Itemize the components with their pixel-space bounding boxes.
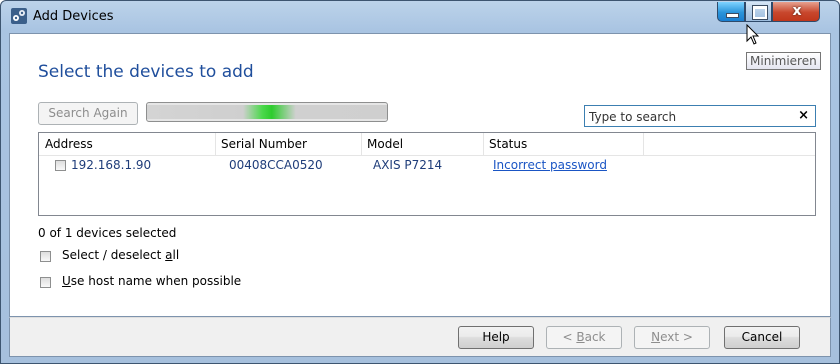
dialog-window: Add Devices x Select the devices to add … (0, 0, 840, 364)
back-button[interactable]: < Back (546, 326, 622, 349)
page-title: Select the devices to add (38, 62, 254, 82)
host-name-checkbox[interactable] (40, 277, 51, 288)
cancel-button[interactable]: Cancel (724, 326, 800, 349)
minimize-tooltip: Minimieren (746, 52, 821, 70)
title-bar[interactable]: Add Devices x (1, 1, 839, 33)
close-button[interactable]: x (772, 2, 820, 22)
column-divider[interactable] (361, 133, 362, 155)
list-header: Address Serial Number Model Status (39, 133, 815, 156)
next-button[interactable]: Next > (634, 326, 710, 349)
minimize-icon (726, 13, 739, 18)
select-all-checkbox[interactable] (40, 251, 51, 262)
row-checkbox[interactable] (55, 160, 66, 171)
dialog-content: Select the devices to add Search Again ×… (9, 33, 831, 317)
column-divider[interactable] (483, 133, 484, 155)
cell-model: AXIS P7214 (373, 158, 443, 172)
minimize-button[interactable] (717, 2, 745, 22)
column-divider[interactable] (643, 133, 644, 155)
status-link[interactable]: Incorrect password (493, 158, 607, 172)
cell-serial: 00408CCA0520 (229, 158, 323, 172)
cell-address: 192.168.1.90 (71, 158, 152, 172)
maximize-icon (752, 5, 768, 20)
window-title: Add Devices (33, 9, 114, 24)
column-header-serial[interactable]: Serial Number (221, 137, 307, 151)
search-progress-bar (146, 102, 388, 122)
device-list[interactable]: Address Serial Number Model Status 192.1… (38, 132, 816, 216)
host-name-label[interactable]: Use host name when possible (62, 274, 241, 288)
close-icon: x (792, 3, 802, 19)
search-again-button[interactable]: Search Again (38, 102, 138, 125)
search-box[interactable]: × (584, 105, 816, 127)
table-row[interactable]: 192.168.1.90 00408CCA0520 AXIS P7214 Inc… (39, 155, 815, 175)
column-header-model[interactable]: Model (367, 137, 403, 151)
column-header-status[interactable]: Status (489, 137, 527, 151)
selected-count: 0 of 1 devices selected (38, 226, 177, 240)
help-button[interactable]: Help (458, 326, 534, 349)
mouse-cursor-icon (746, 24, 760, 45)
column-divider[interactable] (215, 133, 216, 155)
maximize-button[interactable] (745, 2, 772, 22)
progress-fill (147, 105, 387, 119)
search-input[interactable] (587, 107, 791, 127)
column-header-address[interactable]: Address (45, 137, 93, 151)
select-all-label[interactable]: Select / deselect all (62, 248, 179, 262)
devices-icon (11, 8, 27, 24)
clear-search-icon[interactable]: × (798, 108, 809, 123)
button-bar: Help < Back Next > Cancel (9, 317, 831, 357)
